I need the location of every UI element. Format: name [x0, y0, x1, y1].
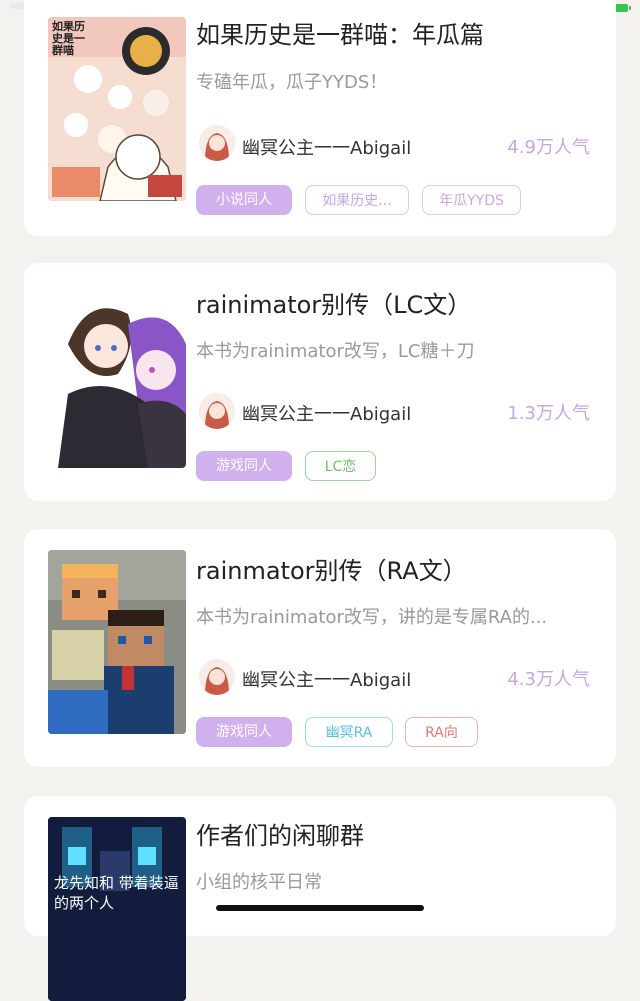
tag[interactable]: RA向 — [405, 717, 478, 747]
cover-title-text: 如果历史是一群喵 — [52, 20, 85, 57]
book-title: rainimator别传（LC文） — [196, 291, 472, 319]
popularity-count: 4.9万人气 — [507, 137, 590, 158]
book-cover[interactable] — [48, 284, 186, 468]
book-description: 专磕年瓜，瓜子YYDS！ — [196, 72, 388, 93]
book-card[interactable]: 如果历史是一群喵 如果历史是一群喵：年瓜篇 专磕年瓜，瓜子YYDS！ 幽冥公主一… — [24, 0, 616, 236]
tag[interactable]: LC恋 — [305, 451, 376, 481]
group-title: 作者们的闲聊群 — [196, 822, 364, 850]
battery-icon — [614, 4, 631, 12]
author-name[interactable]: 幽冥公主一一Abigail — [242, 134, 411, 160]
tag[interactable]: 幽冥RA — [305, 717, 393, 747]
book-title: rainmator别传（RA文） — [196, 557, 467, 585]
tag-category[interactable]: 小说同人 — [196, 185, 292, 215]
author-name[interactable]: 幽冥公主一一Abigail — [242, 666, 411, 692]
group-card[interactable]: 龙先知和 带着装逼的两个人 作者们的闲聊群 小组的核平日常 — [24, 796, 616, 1001]
tag[interactable]: 如果历史... — [305, 185, 409, 215]
cover-illustration — [48, 550, 186, 734]
book-card[interactable]: rainmator别传（RA文） 本书为rainimator改写，讲的是专属RA… — [24, 529, 616, 767]
popularity-count: 4.3万人气 — [507, 669, 590, 690]
tag[interactable]: 年瓜YYDS — [422, 185, 521, 215]
tag-category[interactable]: 游戏同人 — [196, 717, 292, 747]
avatar-icon — [199, 659, 235, 695]
author-avatar[interactable] — [199, 393, 235, 429]
popularity-count: 1.3万人气 — [507, 403, 590, 424]
book-card[interactable]: rainimator别传（LC文） 本书为rainimator改写，LC糖＋刀 … — [24, 263, 616, 501]
author-avatar[interactable] — [199, 125, 235, 161]
cover-caption: 龙先知和 带着装逼的两个人 — [54, 874, 179, 912]
home-indicator — [216, 905, 424, 911]
book-description: 本书为rainimator改写，讲的是专属RA的... — [196, 607, 548, 628]
avatar-icon — [199, 125, 235, 161]
book-description: 本书为rainimator改写，LC糖＋刀 — [196, 341, 475, 362]
book-title: 如果历史是一群喵：年瓜篇 — [196, 21, 484, 49]
group-cover[interactable]: 龙先知和 带着装逼的两个人 — [48, 817, 186, 1001]
author-name[interactable]: 幽冥公主一一Abigail — [242, 400, 411, 426]
tag-category[interactable]: 游戏同人 — [196, 451, 292, 481]
group-description: 小组的核平日常 — [196, 872, 322, 893]
cover-illustration — [48, 284, 186, 468]
author-avatar[interactable] — [199, 659, 235, 695]
avatar-icon — [199, 393, 235, 429]
book-cover[interactable] — [48, 550, 186, 734]
book-cover[interactable]: 如果历史是一群喵 — [48, 17, 186, 201]
